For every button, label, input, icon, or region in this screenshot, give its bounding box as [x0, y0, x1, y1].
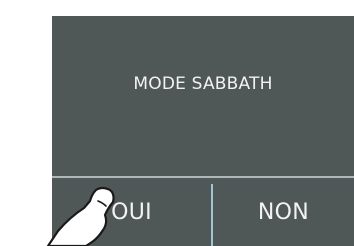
yes-button[interactable]: OUI [52, 178, 211, 246]
sabbath-mode-dialog: MODE SABBATH OUI NON [52, 16, 354, 246]
no-button[interactable]: NON [213, 178, 354, 246]
screen: MODE SABBATH OUI NON [0, 0, 354, 246]
dialog-title: MODE SABBATH [133, 74, 273, 94]
